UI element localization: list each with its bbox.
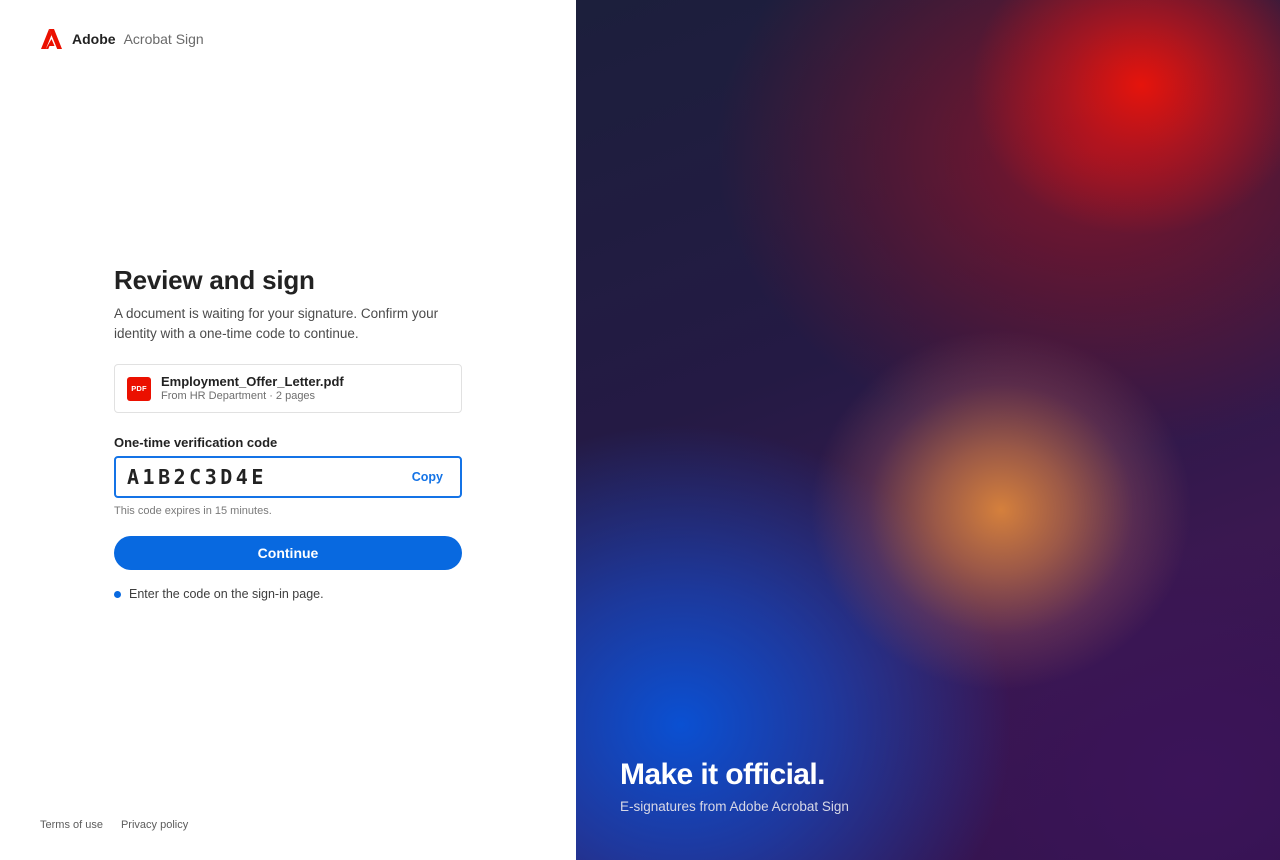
adobe-logo-icon xyxy=(41,29,62,49)
verification-code-field[interactable]: A1B2C3D4E Copy xyxy=(114,456,462,498)
document-name: Employment_Offer_Letter.pdf xyxy=(161,374,344,389)
promo-panel: Make it official. E-signatures from Adob… xyxy=(576,0,1280,860)
footer: Terms of use Privacy policy xyxy=(40,819,206,831)
document-card: PDF Employment_Offer_Letter.pdf From HR … xyxy=(114,364,462,413)
instruction-text: Enter the code on the sign-in page. xyxy=(129,587,324,601)
code-expiry-hint: This code expires in 15 minutes. xyxy=(114,505,272,517)
code-label: One-time verification code xyxy=(114,435,278,450)
terms-of-use-link[interactable]: Terms of use xyxy=(40,819,103,831)
document-info: Employment_Offer_Letter.pdf From HR Depa… xyxy=(161,374,344,403)
promo-subtitle: E-signatures from Adobe Acrobat Sign xyxy=(620,799,849,814)
copy-button[interactable]: Copy xyxy=(412,470,443,484)
brand-name: Adobe xyxy=(72,31,116,47)
promo-title: Make it official. xyxy=(620,758,825,791)
privacy-policy-link[interactable]: Privacy policy xyxy=(121,819,188,831)
document-meta: From HR Department · 2 pages xyxy=(161,390,316,402)
sign-card: Review and sign A document is waiting fo… xyxy=(114,264,462,601)
page-subtitle: A document is waiting for your signature… xyxy=(114,306,439,341)
instruction-item: Enter the code on the sign-in page. xyxy=(114,587,462,601)
verification-code-value[interactable]: A1B2C3D4E xyxy=(127,465,267,489)
continue-button[interactable]: Continue xyxy=(114,536,462,570)
page-title: Review and sign xyxy=(114,265,315,295)
promo-text: Make it official. E-signatures from Adob… xyxy=(620,757,849,814)
left-panel: Adobe Acrobat Sign Review and sign A doc… xyxy=(0,0,576,860)
pdf-file-icon: PDF xyxy=(127,376,151,401)
brand-header: Adobe Acrobat Sign xyxy=(41,29,204,49)
bullet-icon xyxy=(114,590,121,598)
product-name: Acrobat Sign xyxy=(123,31,204,47)
